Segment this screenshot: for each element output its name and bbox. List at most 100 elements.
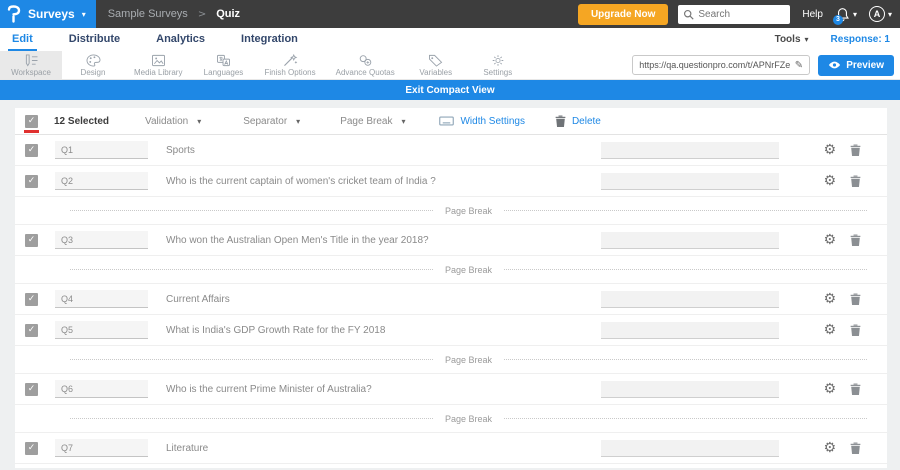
page-break-line [70, 269, 433, 270]
row-checkbox[interactable]: ✓ [25, 323, 38, 337]
notification-count-badge: 3 [832, 14, 843, 25]
question-code-input[interactable] [55, 321, 148, 339]
gear-icon[interactable]: ⚙ [823, 143, 836, 157]
row-checkbox[interactable]: ✓ [25, 174, 38, 188]
tools-menu[interactable]: Tools ▾ [775, 34, 809, 45]
toolbar-tab-workspace[interactable]: Workspace [0, 51, 62, 79]
separator-dropdown[interactable]: Separator ▾ [243, 116, 300, 127]
search-box[interactable] [678, 4, 791, 24]
toolbar-tab-variables[interactable]: Variables [405, 51, 467, 79]
toolbar-tab-label: Media Library [134, 67, 183, 77]
question-text: Who is the current Prime Minister of Aus… [166, 383, 372, 395]
survey-toolbar: Workspace Design Media Library Languages… [0, 51, 900, 80]
search-icon [683, 9, 695, 20]
toolbar-tab-media-library[interactable]: Media Library [124, 51, 192, 79]
page-break-line [504, 359, 867, 360]
question-text: Who is the current captain of women's cr… [166, 175, 436, 187]
media-library-icon [151, 54, 166, 67]
tab-distribute[interactable]: Distribute [65, 28, 124, 51]
help-link[interactable]: Help [802, 9, 823, 20]
question-code-input[interactable] [55, 439, 148, 457]
row-checkbox[interactable]: ✓ [25, 382, 38, 396]
trash-icon[interactable] [850, 324, 861, 337]
toolbar-tab-settings[interactable]: Settings [467, 51, 529, 79]
question-code-input[interactable] [55, 380, 148, 398]
row-checkbox[interactable]: ✓ [25, 143, 38, 157]
edit-url-icon[interactable]: ✎ [795, 60, 803, 71]
gear-icon[interactable]: ⚙ [823, 441, 836, 455]
question-code-input[interactable] [55, 141, 148, 159]
tab-edit[interactable]: Edit [8, 28, 37, 51]
page-break-row: Page Break [15, 256, 887, 284]
question-text: Literature [166, 442, 209, 454]
toolbar-right: ✎ Preview [632, 51, 900, 79]
question-row: ✓ Current Affairs ⚙ [15, 284, 887, 315]
trash-icon[interactable] [850, 442, 861, 455]
trash-icon[interactable] [850, 144, 861, 157]
page-break-row: Page Break [15, 346, 887, 374]
select-all-checkbox[interactable]: ✓ [25, 114, 38, 128]
question-row: ✓ Sports ⚙ [15, 135, 887, 166]
gear-icon[interactable]: ⚙ [823, 292, 836, 306]
trash-icon[interactable] [850, 234, 861, 247]
page-break-label: Page Break [444, 354, 493, 365]
delete-button[interactable]: Delete [555, 115, 601, 128]
delete-label: Delete [571, 115, 601, 127]
survey-url-box[interactable]: ✎ [632, 55, 811, 75]
toolbar-tab-advance-quotas[interactable]: Advance Quotas [326, 51, 405, 79]
exit-compact-view-bar[interactable]: Exit Compact View [0, 80, 900, 100]
question-row: ✓ Who is the current captain of women's … [15, 166, 887, 197]
languages-icon [216, 54, 231, 67]
variables-icon [428, 54, 443, 67]
row-checkbox[interactable]: ✓ [25, 233, 38, 247]
gear-icon[interactable]: ⚙ [823, 233, 836, 247]
advance-quotas-icon [358, 54, 373, 67]
toolbar-tab-languages[interactable]: Languages [192, 51, 254, 79]
validation-dropdown[interactable]: Validation ▾ [145, 116, 201, 127]
row-checkbox[interactable]: ✓ [25, 292, 38, 306]
gear-icon[interactable]: ⚙ [823, 323, 836, 337]
answer-input[interactable] [601, 290, 780, 308]
trash-icon[interactable] [850, 293, 861, 306]
width-settings-button[interactable]: Width Settings [439, 116, 525, 127]
main-nav: Edit Distribute Analytics Integration To… [0, 28, 900, 51]
answer-input[interactable] [601, 321, 780, 339]
question-row: ✓ What is India's GDP Growth Rate for th… [15, 315, 887, 346]
question-row: ✓ Who is the current Prime Minister of A… [15, 374, 887, 405]
question-row: ✓ Literature ⚙ [15, 433, 887, 464]
trash-icon [555, 115, 566, 128]
row-checkbox[interactable]: ✓ [25, 441, 38, 455]
breadcrumb-root[interactable]: Sample Surveys [108, 8, 188, 20]
trash-icon[interactable] [850, 175, 861, 188]
tab-analytics[interactable]: Analytics [152, 28, 209, 51]
upgrade-now-button[interactable]: Upgrade Now [577, 3, 669, 25]
answer-input[interactable] [601, 172, 780, 190]
answer-input[interactable] [601, 380, 780, 398]
search-input[interactable] [698, 8, 779, 20]
answer-input[interactable] [601, 141, 780, 159]
preview-button[interactable]: Preview [818, 54, 894, 76]
gear-icon[interactable]: ⚙ [823, 382, 836, 396]
page-break-dropdown[interactable]: Page Break ▾ [340, 116, 405, 127]
question-row: ✓ Who won the Australian Open Men's Titl… [15, 225, 887, 256]
toolbar-tab-finish-options[interactable]: Finish Options [254, 51, 325, 79]
answer-input[interactable] [601, 231, 780, 249]
tab-integration[interactable]: Integration [237, 28, 302, 51]
question-code-input[interactable] [55, 172, 148, 190]
toolbar-tab-design[interactable]: Design [62, 51, 124, 79]
page-break-label: Page Break [340, 115, 393, 127]
question-code-input[interactable] [55, 231, 148, 249]
survey-url-input[interactable] [639, 60, 790, 70]
tools-label: Tools [774, 34, 801, 45]
account-menu[interactable]: A ▾ [868, 6, 892, 22]
question-code-input[interactable] [55, 290, 148, 308]
nav-tabs: Edit Distribute Analytics Integration [8, 28, 330, 51]
answer-input[interactable] [601, 439, 780, 457]
surveys-menu[interactable]: Surveys ▾ [0, 0, 96, 28]
gear-icon[interactable]: ⚙ [823, 174, 836, 188]
response-count-link[interactable]: Response: 1 [831, 34, 890, 45]
page-break-row: Page Break [15, 197, 887, 225]
trash-icon[interactable] [850, 383, 861, 396]
notifications-menu[interactable]: 3 ▾ [832, 7, 857, 25]
page-break-line [504, 269, 867, 270]
